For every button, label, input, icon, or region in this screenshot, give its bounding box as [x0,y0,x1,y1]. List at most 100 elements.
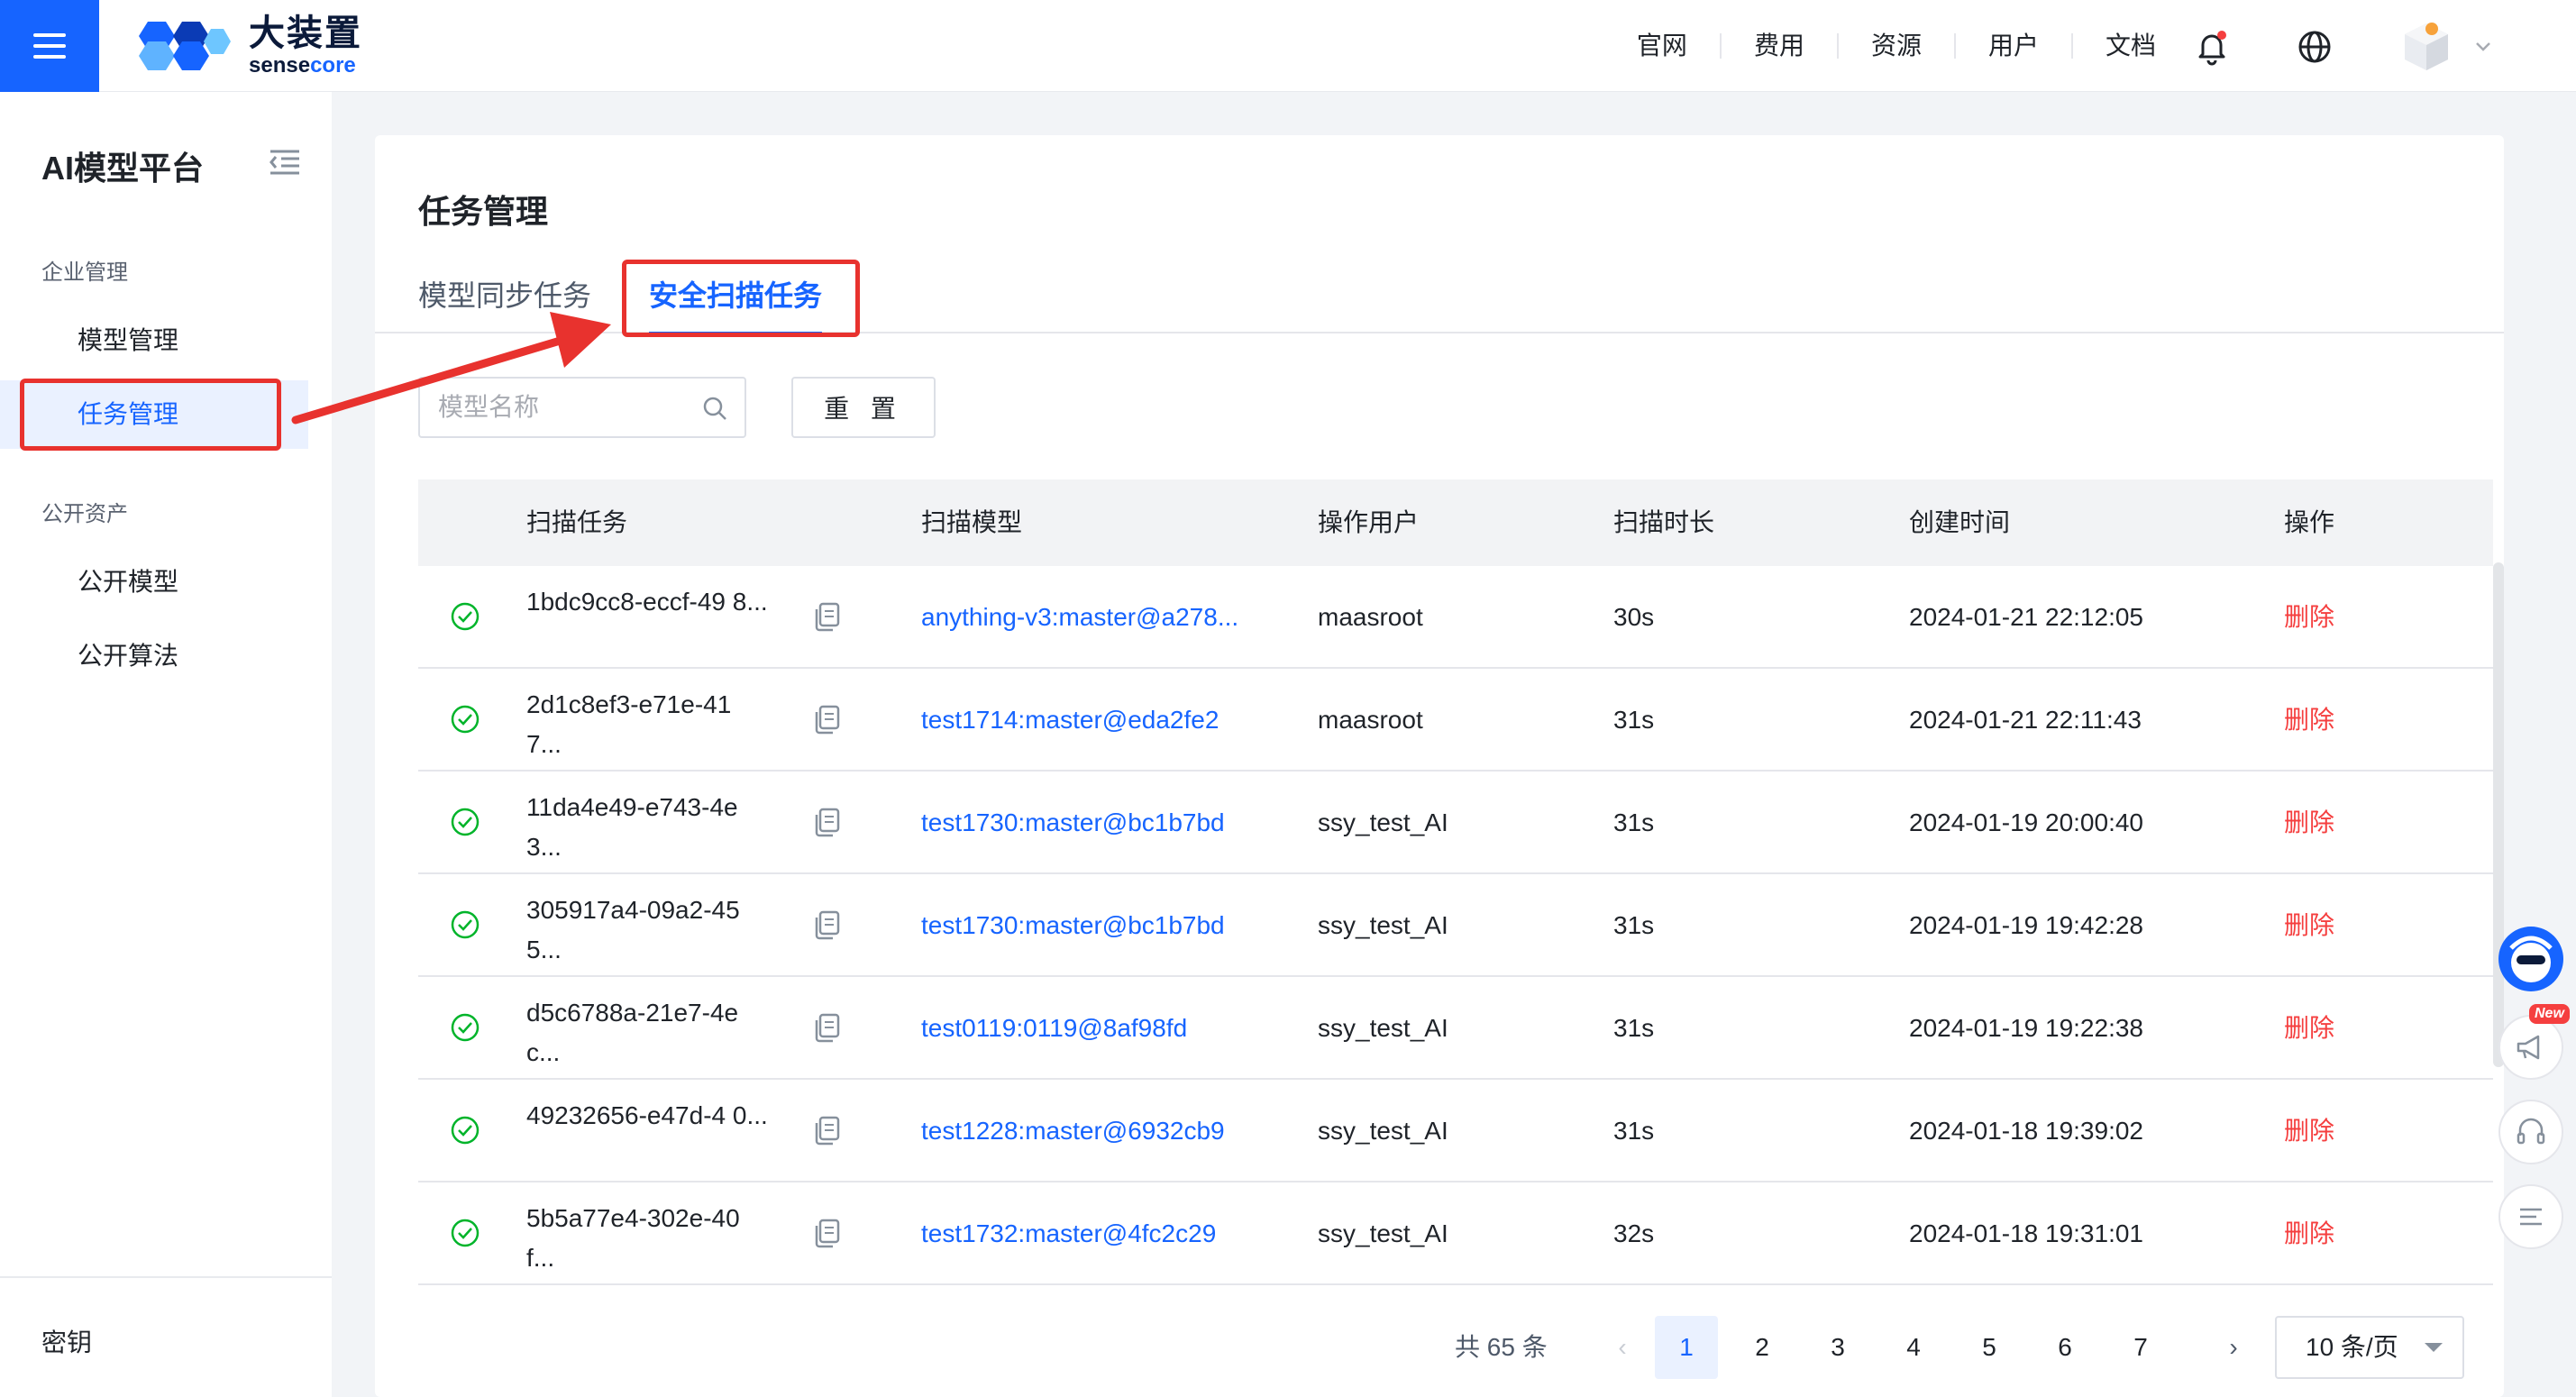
delete-button[interactable]: 删除 [2284,669,2334,772]
success-check-icon [451,910,480,939]
sidebar-item-public-algorithms[interactable]: 公开算法 [0,622,308,690]
scan-duration: 31s [1613,1117,1655,1145]
scan-duration: 30s [1613,603,1655,631]
sidebar-item-public-models[interactable]: 公开模型 [0,548,308,616]
page-button[interactable]: 2 [1731,1316,1794,1379]
brand-logo[interactable]: 大装置 sensecore [130,14,362,78]
delete-button[interactable]: 删除 [2284,772,2334,874]
table-row: 305917a4-09a2-45 5... test1730:master@bc1… [418,874,2493,977]
announcement-button[interactable] [2498,1015,2563,1080]
copy-icon[interactable] [811,909,842,941]
sidebar-item-keys[interactable]: 密钥 [41,1323,92,1359]
scan-duration: 31s [1613,1014,1655,1042]
scan-task-table: 扫描任务 扫描模型 操作用户 扫描时长 创建时间 操作 1bdc9cc8-ecc… [418,479,2504,1285]
success-check-icon [451,602,480,631]
table-row: 11da4e49-e743-4e 3... test1730:master@bc1… [418,772,2493,874]
chevron-down-icon[interactable] [2473,36,2493,56]
page-title: 任务管理 [418,193,549,230]
more-tools-button[interactable] [2498,1184,2563,1249]
table-row: d5c6788a-21e7-4e c... test0119:0119@8af98… [418,977,2493,1080]
scan-model-link[interactable]: test1730:master@bc1b7bd [921,874,1225,977]
success-check-icon [451,808,480,836]
assistant-bot-icon[interactable] [2497,925,2565,993]
headset-icon [2517,1118,2545,1145]
scan-model-link[interactable]: anything-v3:master@a278... [921,566,1238,669]
created-time: 2024-01-21 22:11:43 [1909,706,2142,734]
sidebar-group-enterprise: 企业管理 [41,260,128,285]
new-badge: New [2529,1004,2570,1024]
scan-task-id: 1bdc9cc8-eccf-49 8... [526,588,768,616]
scan-model-link[interactable]: test1732:master@4fc2c29 [921,1182,1216,1285]
page-button[interactable]: 7 [2109,1316,2172,1379]
scan-duration: 31s [1613,706,1655,734]
copy-icon[interactable] [811,703,842,735]
scan-model-link[interactable]: test1228:master@6932cb9 [921,1080,1225,1182]
sensecore-logo-icon [139,22,231,70]
tab-model-sync[interactable]: 模型同步任务 [418,269,591,333]
avatar[interactable] [2398,18,2455,76]
scan-model-link[interactable]: test1714:master@eda2fe2 [921,669,1219,772]
scan-duration: 31s [1613,808,1655,836]
globe-icon[interactable] [2297,29,2333,65]
success-check-icon [451,1219,480,1247]
copy-icon[interactable] [811,1217,842,1249]
delete-button[interactable]: 删除 [2284,874,2334,977]
scan-model-link[interactable]: test1730:master@bc1b7bd [921,772,1225,874]
delete-button[interactable]: 删除 [2284,977,2334,1080]
scan-task-id: 49232656-e47d-4 0... [526,1101,768,1129]
top-nav-resources[interactable]: 资源 [1839,33,1956,59]
delete-button[interactable]: 删除 [2284,1182,2334,1285]
next-page-icon[interactable]: › [2212,1316,2255,1379]
sidebar-item-model-management[interactable]: 模型管理 [0,306,308,375]
operator-user: maasroot [1318,706,1423,734]
scan-duration: 32s [1613,1219,1655,1247]
top-nav-docs[interactable]: 文档 [2073,33,2188,59]
search-icon[interactable] [701,395,728,422]
brand-name-cn: 大装置 [249,14,362,53]
operator-user: ssy_test_AI [1318,1219,1448,1247]
bell-icon[interactable] [2192,27,2232,67]
table-row: 5b5a77e4-302e-40 f... test1732:master@4fc… [418,1182,2493,1285]
delete-button[interactable]: 删除 [2284,566,2334,669]
scan-duration: 31s [1613,911,1655,939]
page-button[interactable]: 1 [1655,1316,1718,1379]
search-input[interactable] [438,379,690,436]
top-nav-billing[interactable]: 费用 [1722,33,1839,59]
operator-user: maasroot [1318,603,1423,631]
collapse-sidebar-icon[interactable] [267,148,303,177]
reset-button[interactable]: 重 置 [791,377,936,438]
page-button[interactable]: 4 [1882,1316,1945,1379]
copy-icon[interactable] [811,1114,842,1146]
prev-page-icon[interactable]: ‹ [1601,1316,1644,1379]
page-button[interactable]: 3 [1806,1316,1869,1379]
copy-icon[interactable] [811,806,842,838]
page-button[interactable]: 6 [2033,1316,2096,1379]
copy-icon[interactable] [811,600,842,633]
column-header-user: 操作用户 [1318,508,1420,536]
annotation-highlight-tab [622,260,860,337]
pagination-total: 共 65 条 [1455,1333,1548,1361]
created-time: 2024-01-19 19:22:38 [1909,1014,2143,1042]
support-button[interactable] [2498,1100,2563,1164]
table-header: 扫描任务 扫描模型 操作用户 扫描时长 创建时间 操作 [418,479,2493,566]
page-button[interactable]: 5 [1958,1316,2021,1379]
sidebar: AI模型平台 企业管理 模型管理 任务管理 公开资产 公开模型 公开算法 密钥 [0,92,332,1397]
top-nav-users[interactable]: 用户 [1956,33,2073,59]
created-time: 2024-01-21 22:12:05 [1909,603,2143,631]
success-check-icon [451,1116,480,1145]
scan-task-id: 11da4e49-e743-4e 3... [526,793,738,861]
operator-user: ssy_test_AI [1318,911,1448,939]
column-header-model: 扫描模型 [921,508,1023,536]
copy-icon[interactable] [811,1011,842,1044]
annotation-highlight-sidebar [20,379,281,451]
top-nav-official-site[interactable]: 官网 [1604,33,1722,59]
column-header-task: 扫描任务 [526,508,628,536]
table-row: 2d1c8ef3-e71e-41 7... test1714:master@eda… [418,669,2493,772]
delete-button[interactable]: 删除 [2284,1080,2334,1182]
column-header-created: 创建时间 [1909,508,2011,536]
sidebar-group-public-assets: 公开资产 [41,502,128,526]
scan-model-link[interactable]: test0119:0119@8af98fd [921,977,1187,1080]
page-size-select[interactable]: 10 条/页 [2275,1316,2464,1379]
operator-user: ssy_test_AI [1318,808,1448,836]
menu-button[interactable] [0,0,99,92]
